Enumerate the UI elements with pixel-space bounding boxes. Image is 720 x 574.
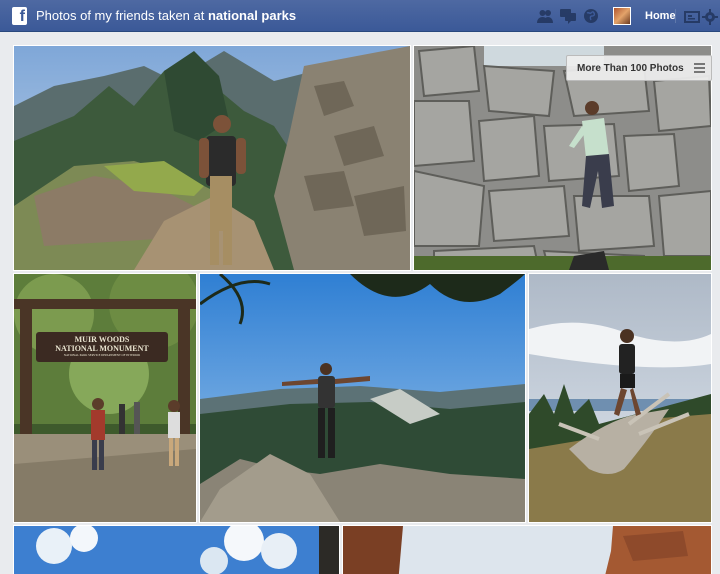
settings-gear-icon[interactable] (702, 9, 718, 25)
sign-line-3: NATIONAL PARK SERVICE DEPARTMENT OF INTE… (63, 353, 141, 357)
home-link[interactable]: Home (645, 10, 676, 22)
friend-requests-icon[interactable] (537, 8, 553, 24)
photo-muir-woods[interactable]: MUIR WOODS NATIONAL MONUMENT NATIONAL PA… (13, 273, 197, 523)
photo-cloudy-sky[interactable] (13, 525, 340, 574)
query-prefix: Photos of my friends taken at (36, 8, 208, 23)
nav-divider (675, 9, 676, 23)
photo-machu-picchu[interactable] (13, 45, 411, 271)
notifications-globe-icon[interactable] (583, 8, 599, 24)
menu-icon (694, 63, 705, 73)
more-photos-button[interactable]: More Than 100 Photos (566, 55, 712, 81)
photo-red-rock-canyon[interactable] (342, 525, 712, 574)
top-bar: f Photos of my friends taken at national… (0, 0, 720, 32)
messages-icon[interactable] (560, 8, 576, 24)
photo-yosemite-overlook[interactable] (199, 273, 526, 523)
sign-line-2: NATIONAL MONUMENT (55, 344, 149, 353)
profile-avatar[interactable] (613, 7, 631, 25)
query-bold: national parks (207, 8, 297, 23)
photo-dead-tree-hillside[interactable] (528, 273, 712, 523)
privacy-shortcuts-icon[interactable] (684, 9, 700, 25)
sign-line-1: MUIR WOODS (74, 335, 130, 344)
search-query-title: Photos of my friends taken at national p… (36, 8, 296, 23)
more-photos-label: More Than 100 Photos (577, 63, 684, 74)
facebook-logo-icon[interactable]: f (12, 7, 27, 25)
